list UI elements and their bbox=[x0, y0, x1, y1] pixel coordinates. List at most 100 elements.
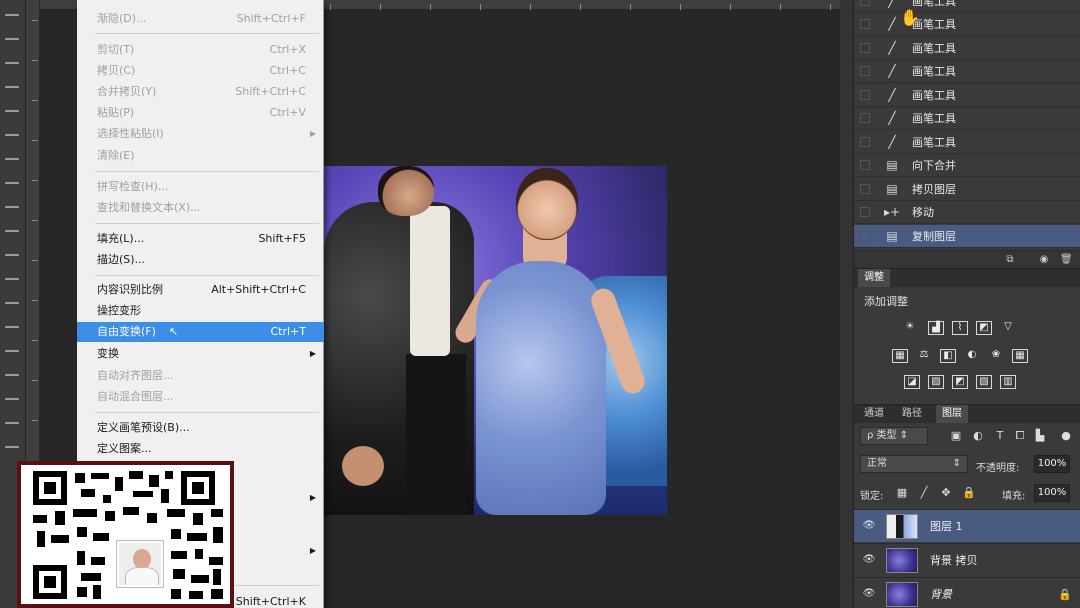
quick-select-tool-icon[interactable] bbox=[5, 86, 19, 88]
lock-transparent-icon[interactable]: ▦ bbox=[896, 487, 908, 499]
layer-row[interactable]: 👁 背景 拷贝 bbox=[854, 543, 1080, 576]
brightness-icon[interactable]: ☀ bbox=[902, 321, 918, 335]
tab-paths[interactable]: 路径 bbox=[896, 405, 928, 423]
menu-item-stroke[interactable]: 描边(S)... bbox=[77, 250, 324, 270]
eyedropper-tool-icon[interactable] bbox=[5, 134, 19, 136]
channel-mixer-icon[interactable]: ❀ bbox=[988, 349, 1004, 363]
menu-item-cut[interactable]: 剪切(T) Ctrl+X bbox=[77, 40, 324, 60]
camera-icon[interactable]: ◉ bbox=[1038, 254, 1050, 266]
levels-icon[interactable]: ▟ bbox=[928, 321, 944, 335]
history-item-selected[interactable]: ▤ 复制图层 bbox=[854, 225, 1080, 248]
shape-tool-icon[interactable] bbox=[5, 422, 19, 424]
blend-mode-select[interactable]: 正常 ⇕ bbox=[860, 455, 968, 473]
menu-item-define-brush[interactable]: 定义画笔预设(B)... bbox=[77, 418, 324, 438]
photo-filter-icon[interactable]: ◐ bbox=[964, 349, 980, 363]
threshold-icon[interactable]: ◩ bbox=[952, 375, 968, 389]
exposure-icon[interactable]: ◩ bbox=[976, 321, 992, 335]
menu-item-paste-special[interactable]: 选择性粘贴(I) ▶ bbox=[77, 124, 324, 144]
healing-tool-icon[interactable] bbox=[5, 158, 19, 160]
selective-color-icon[interactable]: ▥ bbox=[1000, 375, 1016, 389]
history-item[interactable]: ╱ 画笔工具 bbox=[854, 13, 1080, 36]
fill-label: 填充: bbox=[1002, 491, 1026, 502]
history-item[interactable]: ╱ 画笔工具 bbox=[854, 107, 1080, 130]
fill-input[interactable]: 100% bbox=[1034, 484, 1070, 502]
layer-row-selected[interactable]: 👁 图层 1 bbox=[854, 509, 1080, 542]
hand-tool-icon[interactable] bbox=[5, 446, 19, 448]
menu-item-copy-merged[interactable]: 合并拷贝(Y) Shift+Ctrl+C bbox=[77, 82, 324, 102]
color-lookup-icon[interactable]: ▦ bbox=[1012, 349, 1028, 363]
brush-icon: ╱ bbox=[888, 17, 896, 31]
history-brush-tool-icon[interactable] bbox=[5, 230, 19, 232]
adjustments-panel: 调整 添加调整 ☀ ▟ ⌇ ◩ ▽ ▦ ⚖ ◧ ◐ ❀ ▦ ◪ ▨ ◩ ▧ ▥ bbox=[854, 268, 1080, 402]
menu-item-auto-blend-layers[interactable]: 自动混合图层... bbox=[77, 387, 324, 407]
type-filter-icon[interactable]: T bbox=[994, 430, 1006, 442]
history-item[interactable]: ╱ 画笔工具 bbox=[854, 60, 1080, 83]
pixel-filter-icon[interactable]: ▣ bbox=[950, 430, 962, 442]
blur-tool-icon[interactable] bbox=[5, 302, 19, 304]
layers-panel: 通道 路径 图层 ρ 类型 ⇕ ▣ ◐ T ⧠ ▙ ● 正常 ⇕ 不透明度: 10… bbox=[854, 404, 1080, 608]
menu-item-fill[interactable]: 填充(L)... Shift+F5 bbox=[77, 229, 324, 249]
history-item[interactable]: ▸+ 移动 bbox=[854, 201, 1080, 224]
shape-filter-icon[interactable]: ⧠ bbox=[1014, 430, 1026, 442]
smart-object-filter-icon[interactable]: ▙ bbox=[1034, 430, 1046, 442]
gradient-tool-icon[interactable] bbox=[5, 278, 19, 280]
panel-collapse-strip[interactable] bbox=[840, 0, 854, 608]
history-item[interactable]: ╱ 画笔工具 bbox=[854, 0, 1080, 13]
crop-tool-icon[interactable] bbox=[5, 110, 19, 112]
tab-layers[interactable]: 图层 bbox=[936, 405, 968, 423]
menu-item-clear[interactable]: 清除(E) bbox=[77, 146, 324, 166]
hue-saturation-icon[interactable]: ▦ bbox=[892, 349, 908, 363]
adjustment-filter-icon[interactable]: ◐ bbox=[972, 430, 984, 442]
lock-brush-icon[interactable]: ╱ bbox=[918, 487, 930, 499]
new-document-from-state-icon[interactable]: ⧉ bbox=[1004, 254, 1016, 266]
layer-filter-select[interactable]: ρ 类型 ⇕ bbox=[860, 427, 928, 445]
color-balance-icon[interactable]: ⚖ bbox=[916, 349, 932, 363]
move-tool-icon[interactable] bbox=[5, 14, 19, 16]
menu-item-auto-align-layers[interactable]: 自动对齐图层... bbox=[77, 366, 324, 386]
gradient-map-icon[interactable]: ▧ bbox=[976, 375, 992, 389]
curves-icon[interactable]: ⌇ bbox=[952, 321, 968, 335]
menu-item-content-aware-scale[interactable]: 内容识别比例 Alt+Shift+Ctrl+C bbox=[77, 280, 324, 300]
menu-item-spell-check[interactable]: 拼写检查(H)... bbox=[77, 177, 324, 197]
menu-item-fade[interactable]: 渐隐(D)... Shift+Ctrl+F bbox=[77, 9, 324, 29]
invert-icon[interactable]: ◪ bbox=[904, 375, 920, 389]
menu-item-paste[interactable]: 粘贴(P) Ctrl+V bbox=[77, 103, 324, 123]
opacity-input[interactable]: 100% bbox=[1034, 455, 1070, 473]
pen-tool-icon[interactable] bbox=[5, 350, 19, 352]
eye-icon[interactable]: 👁 bbox=[862, 588, 876, 600]
marquee-tool-icon[interactable] bbox=[5, 38, 19, 40]
history-item[interactable]: ▤ 向下合并 bbox=[854, 154, 1080, 177]
filter-toggle-icon[interactable]: ● bbox=[1060, 430, 1072, 442]
lock-all-icon[interactable]: 🔒 bbox=[962, 487, 976, 499]
history-item[interactable]: ╱ 画笔工具 bbox=[854, 84, 1080, 107]
eye-icon[interactable]: 👁 bbox=[862, 554, 876, 566]
brush-tool-icon[interactable] bbox=[5, 182, 19, 184]
dodge-tool-icon[interactable] bbox=[5, 326, 19, 328]
tab-adjustments[interactable]: 调整 bbox=[858, 269, 890, 287]
lock-position-icon[interactable]: ✥ bbox=[940, 487, 952, 499]
history-item[interactable]: ╱ 画笔工具 bbox=[854, 131, 1080, 154]
menu-item-find-replace[interactable]: 查找和替换文本(X)... bbox=[77, 198, 324, 218]
black-white-icon[interactable]: ◧ bbox=[940, 349, 956, 363]
history-item[interactable]: ╱ 画笔工具 bbox=[854, 37, 1080, 60]
eraser-tool-icon[interactable] bbox=[5, 254, 19, 256]
menu-item-transform[interactable]: 变换 ▶ bbox=[77, 344, 324, 364]
trash-icon[interactable]: 🗑 bbox=[1060, 254, 1073, 266]
menu-item-free-transform[interactable]: 自由变换(F) Ctrl+T ↖ bbox=[77, 322, 324, 342]
stamp-tool-icon[interactable] bbox=[5, 206, 19, 208]
tab-channels[interactable]: 通道 bbox=[858, 405, 890, 423]
qr-finder-pattern bbox=[33, 565, 67, 599]
type-tool-icon[interactable] bbox=[5, 374, 19, 376]
layer-row[interactable]: 👁 背景 🔒 bbox=[854, 577, 1080, 608]
submenu-arrow-icon: ▶ bbox=[309, 349, 316, 358]
posterize-icon[interactable]: ▨ bbox=[928, 375, 944, 389]
eye-icon[interactable]: 👁 bbox=[862, 520, 876, 532]
menu-item-define-pattern[interactable]: 定义图案... bbox=[77, 439, 324, 459]
lasso-tool-icon[interactable] bbox=[5, 62, 19, 64]
menu-item-copy[interactable]: 拷贝(C) Ctrl+C bbox=[77, 61, 324, 81]
brush-icon: ╱ bbox=[888, 135, 896, 149]
vibrance-icon[interactable]: ▽ bbox=[1000, 321, 1016, 335]
menu-item-puppet-warp[interactable]: 操控变形 bbox=[77, 301, 324, 321]
history-item[interactable]: ▤ 拷贝图层 bbox=[854, 178, 1080, 201]
path-select-tool-icon[interactable] bbox=[5, 398, 19, 400]
